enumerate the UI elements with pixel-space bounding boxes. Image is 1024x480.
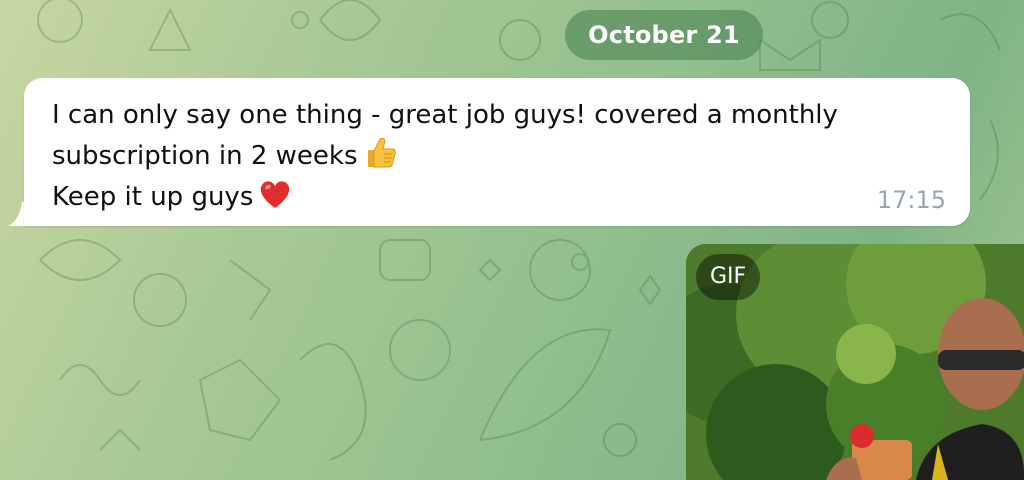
gif-message[interactable]: GIF [686,244,1024,480]
wallpaper-doodle-icon [291,11,309,29]
wallpaper-doodle-icon [479,328,612,441]
wallpaper-doodle-icon [759,38,821,71]
wallpaper-doodle-icon [99,428,141,451]
wallpaper-doodle-icon [389,319,451,381]
message-line-3: Keep it up guys [52,182,254,212]
wallpaper-doodle-icon [299,343,367,461]
wallpaper-doodle-icon [979,119,999,201]
wallpaper-doodle-icon [133,273,187,327]
wallpaper-doodle-icon [59,364,141,396]
message-bubble[interactable]: I can only say one thing - great job guy… [24,78,970,226]
wallpaper-doodle-icon [603,423,637,457]
wallpaper-doodle-icon [499,19,541,61]
wallpaper-doodle-icon [811,1,849,39]
wallpaper-doodle-icon [939,13,1001,51]
message-text: I can only say one thing - great job guy… [52,96,852,217]
wallpaper-doodle-icon [148,7,192,51]
wallpaper-doodle-icon [638,274,662,306]
wallpaper-doodle-icon [229,259,272,321]
wallpaper-doodle-icon [478,258,502,282]
message-line-2: subscription in 2 weeks [52,141,358,171]
wallpaper-doodle-icon [37,0,83,43]
wallpaper-doodle-icon [379,239,431,281]
red-heart-icon [261,181,290,208]
wallpaper-doodle-icon [319,0,382,41]
message-timestamp: 17:15 [876,186,946,214]
wallpaper-doodle-icon [39,239,122,281]
wallpaper-doodle-icon [571,253,589,271]
wallpaper-doodle-icon [198,358,282,442]
date-separator: October 21 [565,10,763,60]
gif-badge: GIF [696,254,761,300]
thumbs-up-icon [367,137,396,168]
message-line-1: I can only say one thing - great job guy… [52,100,838,130]
